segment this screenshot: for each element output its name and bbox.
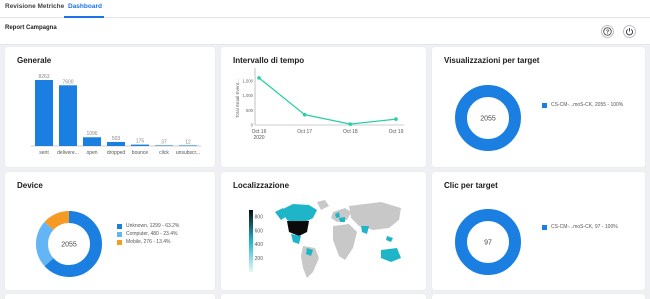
bar-value-label: 503 [112,136,121,142]
map-scale-tick: 800 [255,215,264,221]
world-map-localizzazione: 800 600 400 200 [249,200,401,278]
legend-label: Mobile, 276 - 13.4% [126,239,171,245]
svg-text:?: ? [606,29,609,35]
card-localizzazione: Localizzazione 800 600 400 200 [221,172,426,290]
map-scale-tick: 400 [255,242,264,248]
map-asia [349,202,401,230]
y-tick-label: 1,500 [243,78,254,83]
y-axis-label: Total Email Event... [235,79,240,118]
legend-label: CS-CM-...moS-CK, 97 - 100% [551,224,618,230]
map-india [361,226,369,234]
map-indonesia [386,236,393,242]
x-tick-label: unsubscr... [176,150,200,156]
bar-value-label: 8263 [38,74,49,80]
donut-center-label: 2055 [61,242,77,249]
card-visualizzazioni: Visualizzazioni per target 2055 CS-CM-..… [432,47,645,167]
logout-button[interactable] [623,25,636,38]
donut-chart-visualizzazioni: 2055 [455,85,521,151]
tab-revisione-metriche[interactable]: Revisione Metriche [5,3,64,10]
bar [107,141,125,146]
legend-swatch [542,224,547,230]
world-map-countries [275,200,401,278]
x-tick-label: sent [39,150,49,156]
donut-center-label: 2055 [480,116,496,123]
donut-center-label: 97 [484,240,492,247]
bar-chart-generale: 8263 sent 7600 delivere... 1096 open 503 droppe… [31,74,201,156]
y-tick-label: 500 [246,108,254,113]
bar [59,85,77,146]
bar-value-label: 7600 [62,79,73,85]
x-tick-label: delivere... [57,150,79,156]
data-point [257,76,261,80]
help-button[interactable]: ? [601,25,614,38]
bar [179,145,197,146]
page-header: Report Campagna ? [0,18,650,45]
donut-chart-device: 2055 [36,211,102,277]
card-bottom-1 [5,294,215,299]
map-color-scale [249,210,253,272]
power-icon [626,27,633,36]
card-intervallo: Intervallo di tempo 1,500 1,000 500 0 Total … [221,47,426,167]
x-tick-label: 2020 [253,135,264,141]
bar-value-label: 37 [161,139,167,145]
legend-swatch [117,223,122,229]
legend-label: Computer, 480 - 23.4% [126,231,178,237]
bar-value-label: 1096 [86,131,97,137]
bar [131,144,149,146]
y-tick-label: 0 [251,123,254,128]
map-scale-tick: 600 [255,228,264,234]
top-tab-bar: Revisione Metriche Dashboard [0,0,650,18]
donut-chart-clic: 97 [455,209,521,275]
x-tick-label: click [159,150,169,156]
bar-value-label: 175 [136,139,145,145]
legend-label: CS-CM-...moS-CK, 2055 - 100% [551,102,624,108]
card-bottom-3 [432,294,645,299]
map-africa [333,224,357,260]
help-icon: ? [603,27,612,36]
bar [155,145,173,146]
legend-label: Unknown, 1299 - 63.2% [126,223,180,229]
legend-swatch [542,102,547,108]
data-point [394,117,398,121]
card-clic: Clic per target 97 CS-CM-...moS-CK, 97 -… [432,172,645,290]
data-point [302,112,307,117]
card-bottom-2 [221,294,426,299]
map-greenland [317,200,329,210]
x-tick-label: open [86,150,97,156]
bar-value-label: 12 [185,139,191,145]
x-tick-label: Oct 18 [343,129,358,135]
x-tick-label: Oct 17 [297,129,312,135]
card-device: Device 2055 Unknown, 1299 - 63.2% Compute… [5,172,215,290]
legend-swatch [117,231,122,237]
data-point [348,122,353,126]
page-title: Report Campagna [5,25,57,31]
bar [35,80,53,146]
card-generale: Generale 8263 sent 7600 delivere... 1096 open… [5,47,215,167]
x-tick-label: bounce [132,150,149,156]
map-scale-tick: 200 [255,256,264,262]
tab-dashboard[interactable]: Dashboard [68,3,102,10]
map-usa [287,221,309,236]
line-chart-intervallo: 1,5001,0005000Total Email Event...Oct 16… [235,68,404,141]
series-line [258,77,397,125]
legend-swatch [117,239,122,245]
x-tick-label: Oct 19 [389,129,404,135]
x-tick-label: dropped [107,150,126,156]
bar [83,137,101,146]
map-australia [381,248,401,262]
y-tick-label: 1,000 [243,93,254,98]
